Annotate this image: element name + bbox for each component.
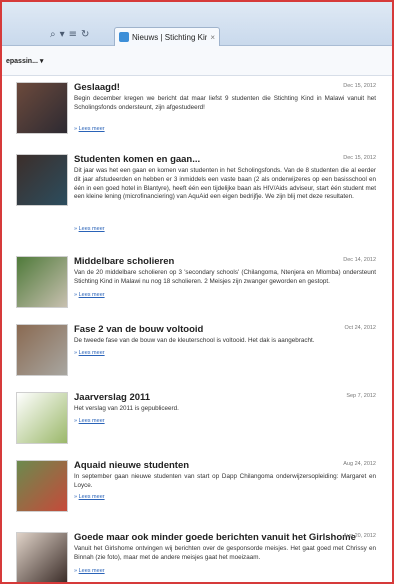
news-title[interactable]: Geslaagd! (74, 82, 120, 93)
favorites-toolbar: epassin... ▾ (2, 46, 392, 76)
news-date: Aug 24, 2012 (343, 461, 376, 467)
news-text: Dit jaar was het een gaan en komen van s… (74, 167, 376, 201)
news-text: In september gaan nieuwe studenten van s… (74, 473, 376, 489)
compatibility-icon[interactable]: ≡ (69, 28, 77, 42)
read-more-link[interactable]: » Lees meer (74, 292, 105, 298)
news-thumbnail[interactable] (16, 154, 68, 206)
address-bar-controls: ⌕ ▾ ≡ ↻ (50, 28, 89, 42)
news-text: De tweede fase van de bouw van de kleute… (74, 337, 315, 344)
read-more-link[interactable]: » Lees meer (74, 418, 105, 424)
browser-chrome: ⌕ ▾ ≡ ↻ Nieuws | Stichting Kind in ... × (2, 2, 392, 46)
news-title[interactable]: Fase 2 van de bouw voltooid (74, 324, 203, 335)
page-favicon-icon (119, 32, 129, 42)
news-date: Dec 15, 2012 (343, 83, 376, 89)
news-thumbnail[interactable] (16, 82, 68, 134)
news-thumbnail[interactable] (16, 532, 68, 582)
news-text: Het verslag van 2011 is gepubliceerd. (74, 405, 179, 412)
news-text: Van de 20 middelbare scholieren op 3 'se… (74, 269, 376, 285)
dropdown-icon[interactable]: ▾ (60, 28, 65, 42)
news-date: Aug 20, 2012 (343, 533, 376, 539)
news-thumbnail[interactable] (16, 256, 68, 308)
news-date: Dec 14, 2012 (343, 257, 376, 263)
news-thumbnail[interactable] (16, 460, 68, 512)
search-icon[interactable]: ⌕ (50, 28, 56, 42)
news-date: Sep 7, 2012 (346, 393, 376, 399)
read-more-link[interactable]: » Lees meer (74, 494, 105, 500)
read-more-link[interactable]: » Lees meer (74, 226, 105, 232)
news-title[interactable]: Aquaid nieuwe studenten (74, 460, 189, 471)
news-date: Dec 15, 2012 (343, 155, 376, 161)
close-icon[interactable]: × (210, 33, 215, 42)
browser-window: ⌕ ▾ ≡ ↻ Nieuws | Stichting Kind in ... ×… (0, 0, 394, 584)
browser-tab[interactable]: Nieuws | Stichting Kind in ... × (114, 27, 220, 46)
news-title[interactable]: Studenten komen en gaan... (74, 154, 200, 165)
read-more-link[interactable]: » Lees meer (74, 568, 105, 574)
news-date: Oct 24, 2012 (344, 325, 377, 331)
news-thumbnail[interactable] (16, 392, 68, 444)
news-thumbnail[interactable] (16, 324, 68, 376)
news-text: Begin december kregen we bericht dat maa… (74, 95, 376, 111)
news-title[interactable]: Jaarverslag 2011 (74, 392, 150, 403)
tab-title: Nieuws | Stichting Kind in ... (132, 32, 207, 42)
news-title[interactable]: Goede maar ook minder goede berichten va… (74, 532, 356, 543)
news-text: Vanuit het Girlshome ontvingen wij beric… (74, 545, 376, 561)
news-title[interactable]: Middelbare scholieren (74, 256, 174, 267)
read-more-link[interactable]: » Lees meer (74, 350, 105, 356)
toolbar-menu[interactable]: epassin... ▾ (6, 57, 43, 65)
read-more-link[interactable]: » Lees meer (74, 126, 105, 132)
refresh-icon[interactable]: ↻ (81, 28, 89, 42)
